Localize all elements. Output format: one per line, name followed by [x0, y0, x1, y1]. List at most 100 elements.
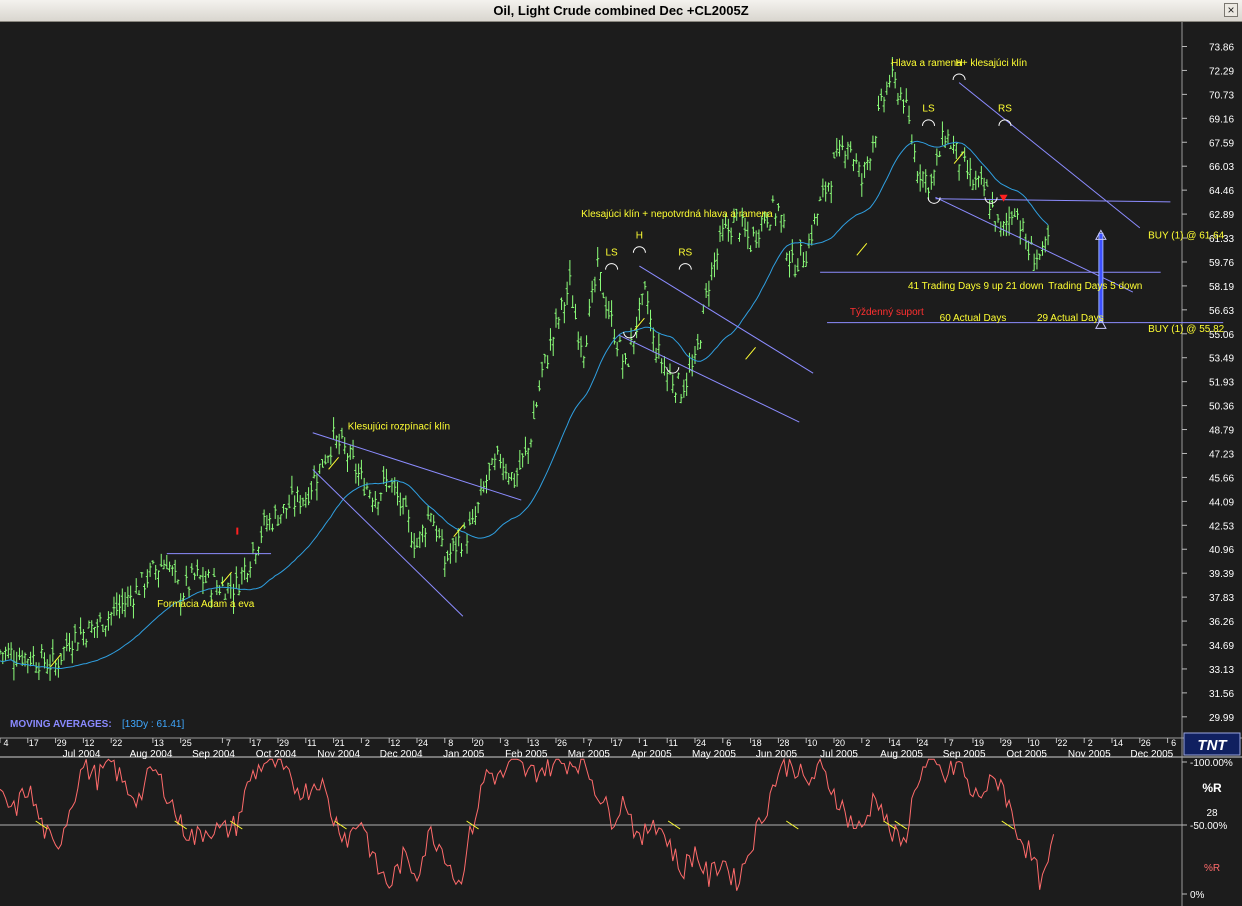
time-day-label: 24	[418, 738, 428, 748]
moving-average-line	[0, 140, 1049, 669]
time-day-label: 24	[918, 738, 928, 748]
time-day-label: 13	[154, 738, 164, 748]
sell-marker	[999, 194, 1008, 202]
pattern-label: LS	[922, 104, 935, 115]
chart-window-title: Oil, Light Crude combined Dec +CL2005Z	[493, 3, 749, 18]
indicator-tick-label: 0%	[1190, 890, 1205, 901]
price-panel: 73.86 72.29 70.73 69.16 67.59 66.03 64.46 62.89…	[0, 22, 1242, 906]
time-day-label: 17	[251, 738, 261, 748]
time-month-label: Nov 2004	[317, 749, 360, 760]
time-day-label: 26	[1141, 738, 1151, 748]
trendline-wedge[interactable]	[312, 469, 464, 617]
time-day-label: 10	[1030, 738, 1040, 748]
price-tick-label: 59.76	[1209, 258, 1234, 269]
pattern-arc	[666, 367, 680, 374]
time-month-label: Feb 2005	[505, 749, 548, 760]
time-day-label: 21	[335, 738, 345, 748]
indicator-title: %R	[1202, 781, 1222, 795]
price-tick-label: 31.56	[1209, 689, 1234, 700]
time-day-label: 24	[696, 738, 706, 748]
price-tick-label: 56.63	[1209, 306, 1234, 317]
pattern-label: BUY (1) @ 61.64	[1148, 231, 1225, 242]
indicator-period: 28	[1206, 808, 1218, 819]
moving-average-value: [13Dy : 61.41]	[122, 719, 184, 730]
time-month-label: Dec 2005	[1130, 749, 1173, 760]
pattern-label: 29 Actual Days	[1037, 313, 1104, 324]
price-tick-label: 33.13	[1209, 665, 1234, 676]
time-day-label: 28	[779, 738, 789, 748]
pattern-label: Trading Days 5 down	[1048, 281, 1142, 292]
price-tick-label: 58.19	[1209, 282, 1234, 293]
time-month-label: Oct 2004	[256, 749, 297, 760]
time-day-label: 2	[365, 738, 370, 748]
pattern-label: 41 Trading Days 9 up 21 down	[908, 281, 1044, 292]
time-month-label: May 2005	[692, 749, 736, 760]
time-month-label: Apr 2005	[631, 749, 672, 760]
pattern-label: H	[955, 58, 962, 69]
pattern-label: RS	[678, 247, 692, 258]
time-month-label: Aug 2005	[880, 749, 923, 760]
time-day-label: 8	[448, 738, 453, 748]
trendline-neckline[interactable]	[935, 198, 1171, 203]
time-day-label: 14	[1113, 738, 1123, 748]
tnt-logo-text: TNT	[1197, 737, 1228, 754]
price-tick-label: 44.09	[1209, 497, 1234, 508]
pattern-label: 60 Actual Days	[940, 313, 1007, 324]
price-tick-label: 40.96	[1209, 545, 1234, 556]
pattern-arc	[952, 73, 966, 81]
chart-svg[interactable]: 73.86 72.29 70.73 69.16 67.59 66.03 64.46 62.89…	[0, 22, 1242, 906]
pattern-arc	[922, 119, 936, 126]
trendline-wedge[interactable]	[958, 82, 1141, 229]
pattern-arc	[605, 263, 619, 270]
time-day-label: 29	[57, 738, 67, 748]
time-day-label: 1	[643, 738, 648, 748]
time-day-label: 7	[226, 738, 231, 748]
time-day-label: 10	[807, 738, 817, 748]
pattern-arc	[632, 246, 646, 253]
time-day-label: 2	[1088, 738, 1093, 748]
time-day-label: 17	[613, 738, 623, 748]
time-day-label: 6	[726, 738, 731, 748]
price-tick-label: 66.03	[1209, 162, 1234, 173]
indicator-panel: -100.00% -50.00% 0% %R 28 %R	[0, 757, 1233, 901]
pattern-label: H	[636, 231, 643, 242]
time-day-label: 26	[557, 738, 567, 748]
time-day-label: 14	[891, 738, 901, 748]
indicator-series-name: %R	[1204, 863, 1220, 874]
trendline-wedge[interactable]	[312, 432, 522, 501]
time-day-label: 12	[84, 738, 94, 748]
time-day-label: 20	[474, 738, 484, 748]
price-tick-label: 50.36	[1209, 402, 1234, 413]
time-day-label: 17	[29, 738, 39, 748]
indicator-tick-label: -100.00%	[1190, 758, 1233, 769]
signal-range-bar	[1098, 232, 1104, 323]
price-tick-label: 48.79	[1209, 426, 1234, 437]
price-cross-marker	[328, 457, 339, 470]
time-day-label: 12	[390, 738, 400, 748]
tnt-logo: TNT	[1183, 732, 1241, 756]
moving-averages-label: MOVING AVERAGES:	[10, 719, 112, 730]
price-tick-label: 73.86	[1209, 43, 1234, 54]
time-day-label: 22	[112, 738, 122, 748]
price-tick-label: 45.66	[1209, 473, 1234, 484]
time-month-label: Jan 2005	[443, 749, 485, 760]
price-cross-marker	[221, 571, 232, 585]
pattern-arc	[678, 263, 692, 270]
price-tick-label: 34.69	[1209, 641, 1234, 652]
indicator-tick-label: -50.00%	[1190, 821, 1227, 832]
price-tick-label: 67.59	[1209, 138, 1234, 149]
candles	[0, 57, 1050, 681]
time-month-label: Dec 2004	[380, 749, 423, 760]
price-tick-label: 51.93	[1209, 378, 1234, 389]
price-tick-label: 70.73	[1209, 90, 1234, 101]
price-tick-label: 72.29	[1209, 66, 1234, 77]
pattern-label: Klesajúci klín + nepotvrdná hlava a rame…	[581, 209, 773, 220]
pattern-label: RS	[998, 104, 1012, 115]
price-cross-marker	[745, 346, 756, 360]
pattern-arc	[984, 197, 998, 204]
support-label: Týždenný suport	[850, 307, 924, 318]
price-tick-label: 42.53	[1209, 521, 1234, 532]
pattern-label: Formácia Adam a eva	[157, 599, 255, 610]
title-bar: Oil, Light Crude combined Dec +CL2005Z ×	[0, 0, 1242, 22]
close-button[interactable]: ×	[1224, 3, 1238, 17]
